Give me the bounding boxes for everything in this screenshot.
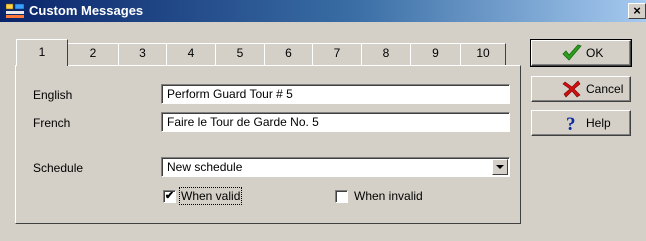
tab-7[interactable]: 7 <box>312 43 362 65</box>
schedule-select[interactable]: New schedule <box>161 157 510 177</box>
tab-4[interactable]: 4 <box>166 43 216 65</box>
close-icon: × <box>633 3 641 18</box>
tab-3[interactable]: 3 <box>118 43 167 65</box>
cancel-button[interactable]: Cancel <box>531 76 631 102</box>
ok-button[interactable]: OK <box>530 39 632 67</box>
when-valid-checkbox[interactable]: ✔ <box>163 190 176 203</box>
english-message-input[interactable]: Perform Guard Tour # 5 <box>161 84 510 104</box>
french-message-input[interactable]: Faire le Tour de Garde No. 5 <box>161 112 510 132</box>
when-invalid-label[interactable]: When invalid <box>354 189 423 203</box>
tab-2[interactable]: 2 <box>67 43 119 65</box>
ok-label: OK <box>586 46 604 60</box>
messages-app-icon <box>5 3 25 19</box>
tab-8[interactable]: 8 <box>361 43 411 65</box>
window-title: Custom Messages <box>29 3 144 18</box>
tab-panel: English Perform Guard Tour # 5 French Fa… <box>15 65 521 224</box>
tab-1[interactable]: 1 <box>16 39 68 66</box>
help-label: Help <box>586 116 611 130</box>
tab-9[interactable]: 9 <box>410 43 461 65</box>
custom-messages-dialog: Custom Messages × 1 2 3 4 5 6 7 8 9 10 English Pe… <box>0 0 646 241</box>
title-bar[interactable]: Custom Messages × <box>0 0 646 22</box>
when-valid-label[interactable]: When valid <box>178 187 243 205</box>
tab-5[interactable]: 5 <box>215 43 265 65</box>
tab-10[interactable]: 10 <box>460 43 506 65</box>
english-label: English <box>33 88 73 102</box>
green-check-icon <box>562 44 582 62</box>
help-button[interactable]: ? Help <box>531 110 631 136</box>
red-x-icon <box>562 80 582 98</box>
when-invalid-checkbox[interactable] <box>335 190 348 203</box>
svg-text:?: ? <box>566 114 576 132</box>
question-mark-icon: ? <box>562 114 582 135</box>
close-button[interactable]: × <box>628 3 646 19</box>
schedule-label: Schedule <box>33 161 84 175</box>
tab-6[interactable]: 6 <box>264 43 313 65</box>
cancel-label: Cancel <box>586 82 624 96</box>
french-label: French <box>33 116 71 130</box>
chevron-down-icon[interactable] <box>492 159 508 175</box>
schedule-selected-value: New schedule <box>167 160 243 174</box>
